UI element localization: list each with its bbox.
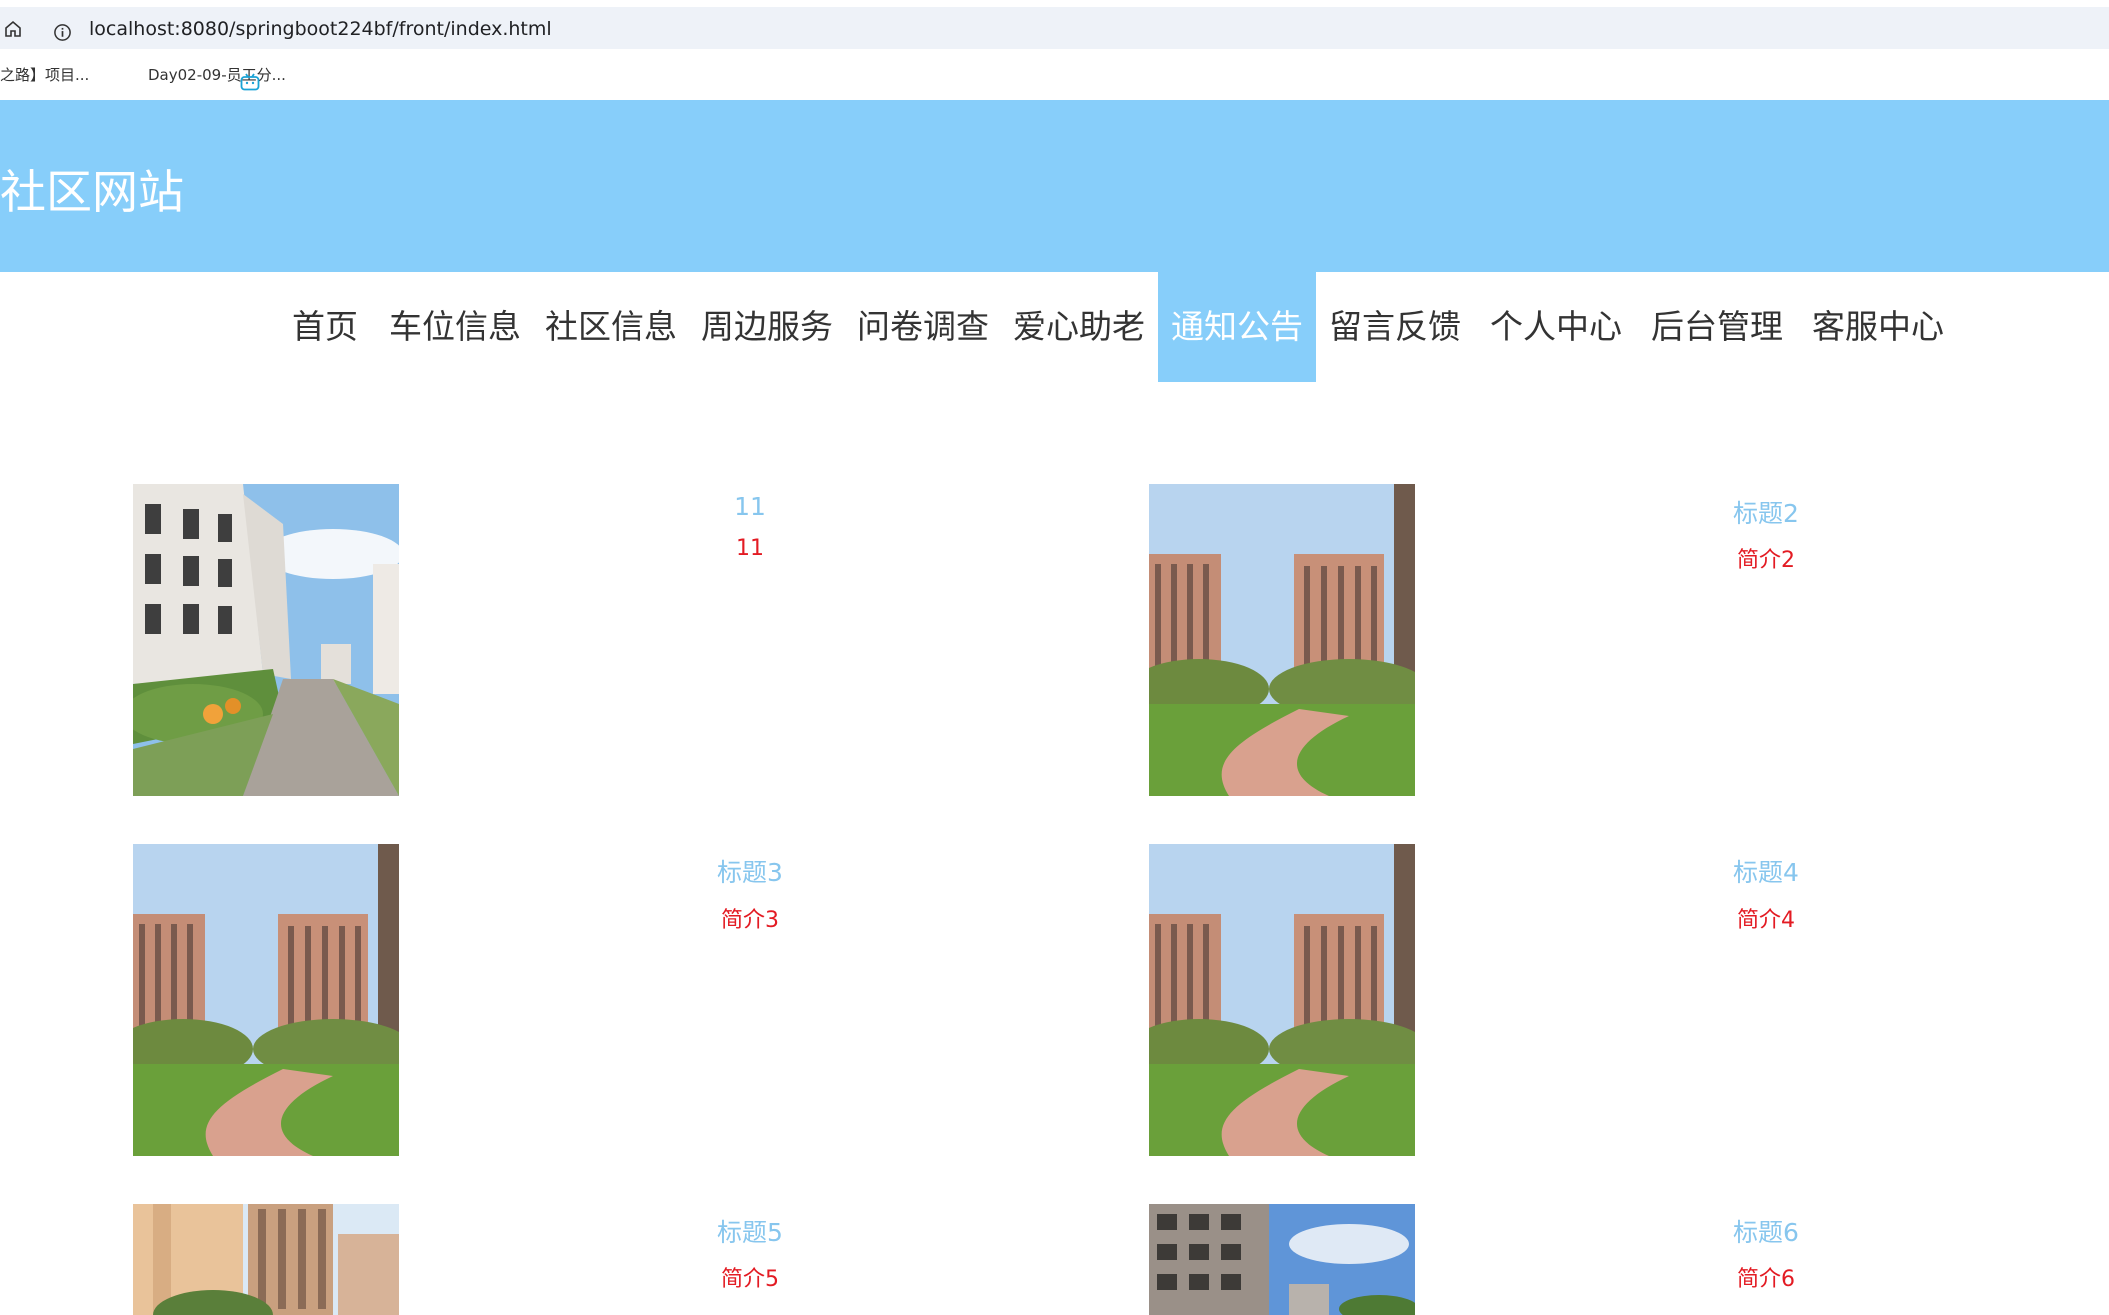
bookmarks-bar: 之路】项目... Day02-09-员工分... xyxy=(0,56,2109,96)
notice-title-3[interactable]: 标题3 xyxy=(600,853,900,889)
nav-item-customer-service[interactable]: 客服中心 xyxy=(1811,272,1945,382)
notice-desc-1: 11 xyxy=(736,536,764,561)
home-icon[interactable] xyxy=(3,19,23,39)
highrise-tan-image xyxy=(133,1204,399,1315)
notice-title-4[interactable]: 标题4 xyxy=(1616,853,1916,889)
nav-item-admin[interactable]: 后台管理 xyxy=(1650,272,1784,382)
towers-park-image xyxy=(133,844,399,1156)
notice-desc-3: 简介3 xyxy=(721,908,779,933)
nav-item-parking[interactable]: 车位信息 xyxy=(388,272,522,382)
nav-item-notices[interactable]: 通知公告 xyxy=(1158,272,1316,382)
notice-image-4[interactable] xyxy=(1149,844,1415,1156)
site-header: 社区网站 xyxy=(0,100,2109,272)
bookmark-label: Day02-09-员工分... xyxy=(148,66,286,84)
bookmark-item[interactable]: 之路】项目... xyxy=(0,64,89,85)
site-title: 社区网站 xyxy=(0,165,184,219)
nav-item-community[interactable]: 社区信息 xyxy=(544,272,678,382)
nav-item-survey[interactable]: 问卷调查 xyxy=(856,272,990,382)
nav-item-profile[interactable]: 个人中心 xyxy=(1489,272,1623,382)
notice-image-5[interactable] xyxy=(133,1204,399,1315)
nav-item-feedback[interactable]: 留言反馈 xyxy=(1328,272,1462,382)
towers-park-image xyxy=(1149,484,1415,796)
notice-title-6[interactable]: 标题6 xyxy=(1616,1213,1916,1249)
nav-item-elderly-care[interactable]: 爱心助老 xyxy=(1012,272,1146,382)
notice-image-6[interactable] xyxy=(1149,1204,1415,1315)
notice-desc-6: 简介6 xyxy=(1737,1267,1795,1292)
old-apartment-image xyxy=(1149,1204,1415,1315)
notice-desc-4: 简介4 xyxy=(1737,908,1795,933)
address-bar[interactable]: localhost:8080/springboot224bf/front/ind… xyxy=(0,7,2109,49)
notice-image-2[interactable] xyxy=(1149,484,1415,796)
notice-desc-2: 简介2 xyxy=(1737,548,1795,573)
nav-item-home[interactable]: 首页 xyxy=(287,272,363,382)
notice-title-5[interactable]: 标题5 xyxy=(600,1213,900,1249)
main-nav: 首页 车位信息 社区信息 周边服务 问卷调查 爱心助老 通知公告 留言反馈 个人… xyxy=(0,272,2109,382)
url-text[interactable]: localhost:8080/springboot224bf/front/ind… xyxy=(89,17,552,41)
bookmark-item-bilibili[interactable]: Day02-09-员工分... xyxy=(120,64,286,91)
towers-park-image xyxy=(1149,844,1415,1156)
bilibili-tv-icon xyxy=(240,73,260,91)
notice-title-2[interactable]: 标题2 xyxy=(1616,494,1916,530)
notice-image-1[interactable] xyxy=(133,484,399,796)
site-info-icon[interactable] xyxy=(53,23,72,42)
street-building-image xyxy=(133,484,399,796)
notice-desc-5: 简介5 xyxy=(721,1267,779,1292)
notice-title-1[interactable]: 11 xyxy=(600,492,900,521)
notice-image-3[interactable] xyxy=(133,844,399,1156)
nav-item-services[interactable]: 周边服务 xyxy=(700,272,834,382)
